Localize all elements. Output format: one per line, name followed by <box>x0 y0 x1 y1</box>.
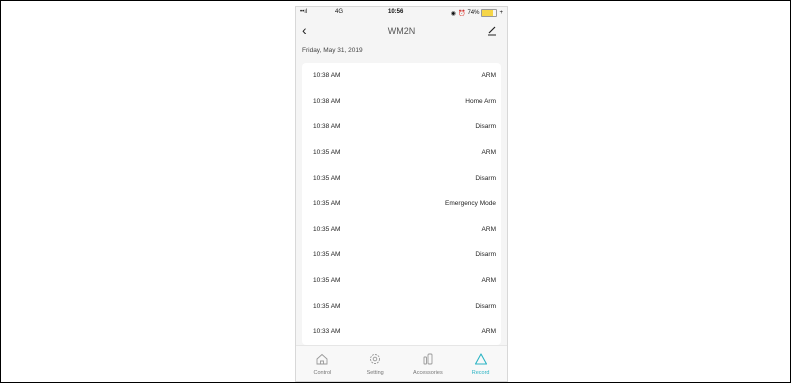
record-time: 10:35 AM <box>313 149 341 157</box>
record-row: 10:38 AM ARM <box>302 63 501 89</box>
record-event: Disarm <box>475 302 496 310</box>
record-row: 10:33 AM ARM <box>302 319 501 345</box>
record-event: Emergency Mode <box>445 200 496 208</box>
record-time: 10:35 AM <box>313 302 341 310</box>
record-event: ARM <box>481 328 496 336</box>
battery-percent: 74% <box>467 10 480 16</box>
record-row: 10:35 AM ARM <box>302 217 501 243</box>
record-event: ARM <box>481 72 496 80</box>
record-row: 10:38 AM Disarm <box>302 114 501 140</box>
record-event: ARM <box>481 225 496 233</box>
record-time: 10:35 AM <box>313 200 341 208</box>
record-time: 10:38 AM <box>313 123 341 131</box>
tab-record[interactable]: Record <box>454 346 507 381</box>
network-type: 4G <box>335 9 344 15</box>
charging-icon: + <box>499 10 503 16</box>
record-time: 10:33 AM <box>313 328 341 336</box>
record-event: Disarm <box>475 174 496 182</box>
page-title: WM2N <box>387 26 416 36</box>
tab-setting[interactable]: Setting <box>349 346 402 381</box>
record-time: 10:35 AM <box>313 174 341 182</box>
tab-label: Accessories <box>413 370 443 376</box>
alarm-icon: ⏰ <box>457 10 466 17</box>
record-row: 10:38 AM Home Arm <box>302 89 501 115</box>
record-row: 10:35 AM Disarm <box>302 165 501 191</box>
phone-screen: ••ıl 4G 10:56 ◉ ⏰ 74% + ‹ WM2N Friday, M… <box>295 6 508 382</box>
record-event: ARM <box>481 149 496 157</box>
record-row: 10:35 AM Disarm <box>302 293 501 319</box>
tab-label: Control <box>313 370 332 376</box>
record-time: 10:38 AM <box>313 97 341 105</box>
tab-label: Record <box>471 370 490 376</box>
status-bar: ••ıl 4G 10:56 ◉ ⏰ 74% + <box>296 7 507 19</box>
record-event: Home Arm <box>465 97 496 105</box>
record-time: 10:38 AM <box>313 72 341 80</box>
record-time: 10:35 AM <box>313 251 341 259</box>
nav-bar: ‹ WM2N <box>296 19 507 43</box>
record-row: 10:35 AM ARM <box>302 140 501 166</box>
warning-triangle-icon <box>474 353 487 365</box>
tab-control[interactable]: Control <box>296 346 349 381</box>
record-time: 10:35 AM <box>313 277 341 285</box>
home-icon <box>316 353 328 365</box>
record-event: Disarm <box>475 123 496 131</box>
record-date: Friday, May 31, 2019 <box>302 47 363 54</box>
location-icon: ◉ <box>450 10 456 17</box>
tab-label: Setting <box>366 370 384 376</box>
gear-icon <box>370 354 381 364</box>
record-row: 10:35 AM ARM <box>302 268 501 294</box>
signal-strength: ••ıl <box>300 9 308 15</box>
sensor-icon <box>423 353 433 365</box>
record-row: 10:35 AM Emergency Mode <box>302 191 501 217</box>
record-event: ARM <box>481 277 496 285</box>
battery-icon <box>481 9 498 17</box>
record-list: 10:38 AM ARM 10:38 AM Home Arm 10:38 AM Disar… <box>302 63 501 345</box>
status-time: 10:56 <box>388 9 404 15</box>
pen-icon[interactable] <box>487 24 497 36</box>
tab-bar: Control Setting Accessories Record <box>296 345 507 381</box>
record-event: Disarm <box>475 251 496 259</box>
tab-accessories[interactable]: Accessories <box>402 346 455 381</box>
status-right: ◉ ⏰ 74% + <box>451 9 503 17</box>
record-row: 10:35 AM Disarm <box>302 242 501 268</box>
record-time: 10:35 AM <box>313 225 341 233</box>
